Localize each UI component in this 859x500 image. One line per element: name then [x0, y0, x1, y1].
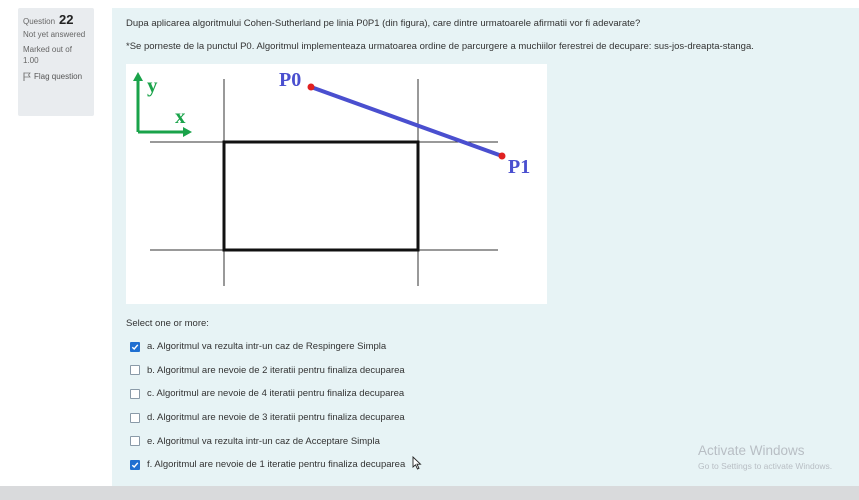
bottom-bar [0, 486, 859, 500]
checkbox[interactable] [130, 436, 140, 447]
question-note: *Se porneste de la punctul P0. Algoritmu… [126, 41, 754, 52]
x-axis-label: x [175, 104, 186, 128]
clipping-window [222, 140, 420, 252]
check-icon [131, 344, 139, 350]
checkbox[interactable] [130, 412, 140, 423]
mouse-cursor-icon [412, 456, 422, 470]
checkbox[interactable] [130, 388, 140, 399]
checkbox[interactable] [130, 341, 140, 352]
y-axis-arrow [133, 72, 143, 81]
select-prompt: Select one or more: [126, 318, 209, 329]
watermark-title: Activate Windows [698, 443, 805, 458]
answer-label: f. Algoritmul are nevoie de 1 iteratie p… [147, 459, 406, 471]
marked-out-of-label: Marked out of [23, 45, 72, 54]
answer-option-e[interactable]: e. Algoritmul va rezulta intr-un caz de … [130, 429, 405, 453]
question-info-panel: Question 22 Not yet answered Marked out … [18, 8, 94, 116]
point-p1 [498, 152, 506, 160]
windows-activation-watermark: Activate Windows Go to Settings to activ… [698, 443, 832, 471]
point-p0 [307, 83, 315, 91]
question-content-panel: Dupa aplicarea algoritmului Cohen-Suther… [112, 8, 859, 486]
checkbox[interactable] [130, 365, 140, 376]
check-icon [131, 462, 139, 468]
y-axis-label: y [147, 73, 158, 97]
question-figure: y x P0 P1 [126, 64, 547, 304]
answer-label: d. Algoritmul are nevoie de 3 iteratii p… [147, 412, 405, 424]
watermark-subtitle: Go to Settings to activate Windows. [698, 461, 833, 471]
p1-label: P1 [508, 156, 530, 178]
marked-out-of-value: 1.00 [23, 56, 39, 65]
p0-label: P0 [279, 69, 301, 91]
question-grade: Marked out of 1.00 [23, 44, 89, 66]
x-axis-arrow [183, 127, 192, 137]
flag-question-label: Flag question [34, 72, 83, 81]
answer-label: b. Algoritmul are nevoie de 2 iteratii p… [147, 364, 405, 376]
question-label: Question [23, 17, 56, 26]
answer-label: e. Algoritmul va rezulta intr-un caz de … [147, 435, 380, 447]
answer-option-b[interactable]: b. Algoritmul are nevoie de 2 iteratii p… [130, 359, 405, 383]
answer-label: a. Algoritmul va rezulta intr-un caz de … [147, 341, 387, 353]
flag-icon [23, 72, 31, 81]
answer-option-c[interactable]: c. Algoritmul are nevoie de 4 iteratii p… [130, 382, 405, 406]
question-text: Dupa aplicarea algoritmului Cohen-Suther… [126, 18, 641, 29]
checkbox[interactable] [130, 459, 140, 470]
question-state: Not yet answered [23, 30, 86, 39]
answer-option-f[interactable]: f. Algoritmul are nevoie de 1 iteratie p… [130, 453, 405, 477]
flag-question-link[interactable]: Flag question [23, 72, 89, 81]
answer-option-a[interactable]: a. Algoritmul va rezulta intr-un caz de … [130, 335, 405, 359]
answer-option-d[interactable]: d. Algoritmul are nevoie de 3 iteratii p… [130, 406, 405, 430]
question-number-line: Question 22 [23, 12, 89, 27]
answer-list: a. Algoritmul va rezulta intr-un caz de … [130, 335, 405, 477]
question-number: 22 [59, 12, 74, 27]
answer-label: c. Algoritmul are nevoie de 4 iteratii p… [147, 388, 405, 400]
clipping-diagram: y x P0 P1 [133, 69, 530, 286]
line-p0-p1 [310, 85, 503, 158]
